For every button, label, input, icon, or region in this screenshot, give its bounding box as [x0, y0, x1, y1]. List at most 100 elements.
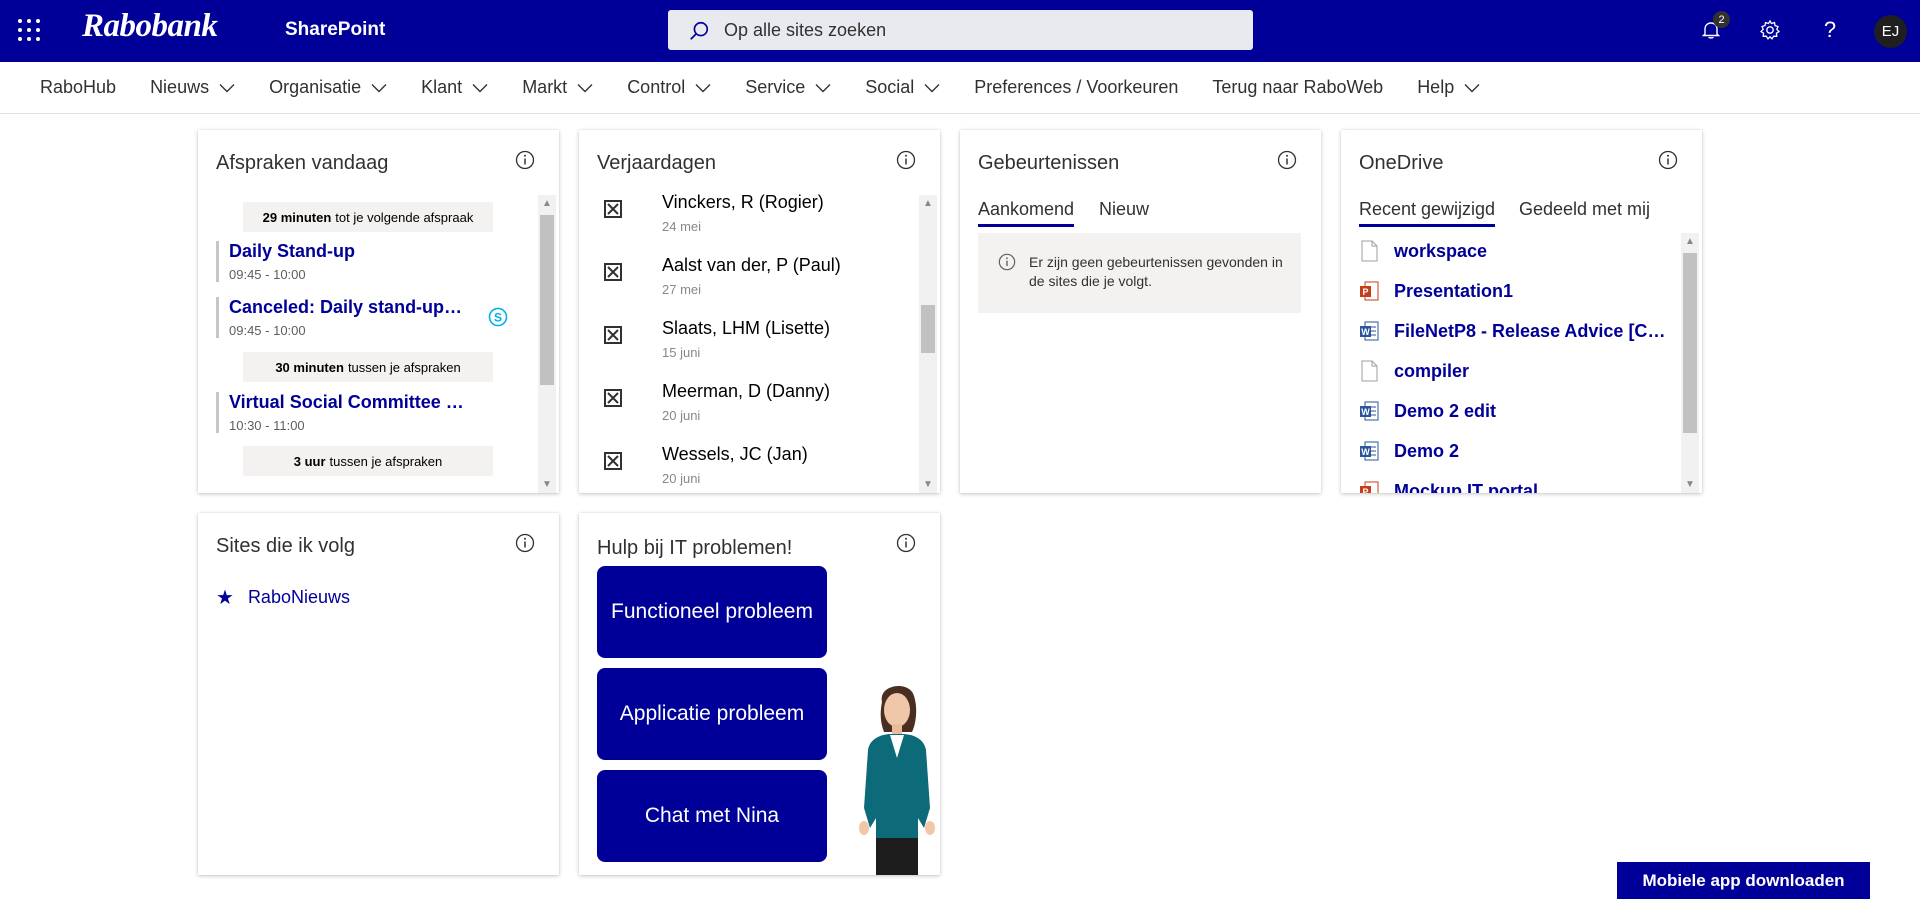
powerpoint-icon: P — [1360, 281, 1379, 301]
appointment-title[interactable]: Canceled: Daily stand-up File... — [229, 297, 466, 318]
person-name[interactable]: Vinckers, R (Rogier) — [662, 192, 824, 213]
file-item[interactable]: workspace — [1359, 233, 1487, 269]
appointment-item[interactable]: Daily Stand-up 09:45 - 10:00 — [216, 241, 466, 282]
card-it-help: Hulp bij IT problemen! Functioneel probl… — [579, 513, 940, 875]
brand-logo[interactable]: Rabobank — [82, 8, 218, 45]
empty-message: Er zijn geen gebeurtenissen gevonden in … — [1029, 254, 1283, 289]
info-icon[interactable] — [1658, 150, 1678, 170]
birthday-item[interactable]: Vinckers, R (Rogier) 24 mei — [604, 192, 904, 242]
nav-item-control[interactable]: Control — [627, 77, 711, 98]
nav-item-label: Nieuws — [150, 77, 210, 97]
app-name[interactable]: SharePoint — [285, 19, 385, 41]
nav-item-markt[interactable]: Markt — [522, 77, 593, 98]
scroll-up-icon[interactable]: ▲ — [922, 197, 934, 209]
hub-navigation: RaboHub Nieuws Organisatie Klant Markt Contro… — [0, 62, 1920, 114]
file-name[interactable]: Demo 2 edit — [1394, 401, 1496, 422]
tab-nieuw[interactable]: Nieuw — [1099, 199, 1149, 224]
appointment-title[interactable]: Virtual Social Committee Catch up — [229, 392, 466, 413]
file-name[interactable]: Mockup IT portal — [1394, 481, 1538, 494]
nav-item-service[interactable]: Service — [745, 77, 831, 98]
person-name[interactable]: Wessels, JC (Jan) — [662, 444, 808, 465]
scroll-thumb[interactable] — [1683, 253, 1697, 433]
info-icon[interactable] — [896, 150, 916, 170]
star-icon: ★ — [216, 587, 234, 609]
file-item[interactable]: P Mockup IT portal — [1359, 473, 1538, 493]
suite-bar: Rabobank SharePoint 2 ? EJ — [0, 0, 1920, 62]
scrollbar[interactable]: ▲ ▼ — [1681, 233, 1699, 493]
nav-item-klant[interactable]: Klant — [421, 77, 488, 98]
scroll-down-icon[interactable]: ▼ — [922, 478, 934, 490]
file-item[interactable]: P Presentation1 — [1359, 273, 1513, 309]
svg-text:P: P — [1362, 287, 1368, 297]
functioneel-probleem-button[interactable]: Functioneel probleem — [597, 566, 827, 658]
scroll-down-icon[interactable]: ▼ — [541, 478, 553, 490]
applicatie-probleem-button[interactable]: Applicatie probleem — [597, 668, 827, 760]
appointment-item[interactable]: Canceled: Daily stand-up File... 09:45 -… — [216, 297, 466, 338]
tab-recent-gewijzigd[interactable]: Recent gewijzigd — [1359, 199, 1496, 227]
card-title: Gebeurtenissen — [978, 152, 1120, 174]
card-title: Hulp bij IT problemen! — [597, 537, 793, 559]
nav-item-social[interactable]: Social — [865, 77, 940, 98]
appointment-time: 09:45 - 10:00 — [229, 323, 306, 338]
scroll-down-icon[interactable]: ▼ — [1684, 478, 1696, 490]
scroll-thumb[interactable] — [540, 215, 554, 385]
info-icon — [998, 253, 1016, 271]
assistant-avatar-illustration — [859, 685, 935, 875]
birthday-item[interactable]: Meerman, D (Danny) 20 juni — [604, 381, 904, 431]
site-label[interactable]: RaboNieuws — [248, 587, 350, 608]
file-item[interactable]: compiler — [1359, 353, 1469, 389]
birthday-item[interactable]: Wessels, JC (Jan) 20 juni — [604, 444, 904, 493]
info-icon[interactable] — [515, 150, 535, 170]
birthday-item[interactable]: Aalst van der, P (Paul) 27 mei — [604, 255, 904, 305]
appointment-item[interactable]: Virtual Social Committee Catch up 10:30 … — [216, 392, 466, 433]
appointment-time: 09:45 - 10:00 — [229, 267, 306, 282]
help-button[interactable]: ? — [1815, 15, 1845, 45]
mobile-app-download-button[interactable]: Mobiele app downloaden — [1617, 862, 1870, 899]
file-name[interactable]: FileNetP8 - Release Advice [CBT... — [1394, 321, 1669, 342]
chat-met-nina-button[interactable]: Chat met Nina — [597, 770, 827, 862]
app-launcher-icon[interactable] — [18, 19, 40, 41]
gap-indicator: 3 uur tussen je afspraken — [243, 446, 493, 476]
avatar[interactable]: EJ — [1874, 15, 1907, 48]
file-item[interactable]: W Demo 2 edit — [1359, 393, 1496, 429]
nav-item-label: Organisatie — [269, 77, 362, 97]
nav-item-label: Social — [865, 77, 915, 97]
nav-item-organisatie[interactable]: Organisatie — [269, 77, 387, 98]
settings-button[interactable] — [1755, 15, 1785, 45]
nav-item-terug-naar-raboweb[interactable]: Terug naar RaboWeb — [1212, 77, 1383, 98]
birthday-date: 20 juni — [662, 408, 701, 423]
birthday-item[interactable]: Slaats, LHM (Lisette) 15 juni — [604, 318, 904, 368]
appointment-title[interactable]: Daily Stand-up — [229, 241, 466, 262]
search-box[interactable] — [668, 10, 1253, 50]
scroll-up-icon[interactable]: ▲ — [541, 197, 553, 209]
file-name[interactable]: Demo 2 — [1394, 441, 1459, 462]
person-name[interactable]: Slaats, LHM (Lisette) — [662, 318, 830, 339]
person-name[interactable]: Aalst van der, P (Paul) — [662, 255, 841, 276]
followed-site-link[interactable]: ★ RaboNieuws — [216, 585, 350, 610]
scroll-thumb[interactable] — [921, 305, 935, 353]
nav-item-rabohub[interactable]: RaboHub — [40, 77, 116, 98]
file-name[interactable]: compiler — [1394, 361, 1469, 382]
person-name[interactable]: Meerman, D (Danny) — [662, 381, 830, 402]
skype-icon[interactable]: S — [488, 307, 508, 327]
file-name[interactable]: Presentation1 — [1394, 281, 1513, 302]
tab-gedeeld-met-mij[interactable]: Gedeeld met mij — [1519, 199, 1650, 224]
nav-item-preferences-voorkeuren[interactable]: Preferences / Voorkeuren — [974, 77, 1178, 98]
card-verjaardagen: Verjaardagen Vinckers, R (Rogier) 24 mei A… — [579, 130, 940, 493]
scrollbar[interactable]: ▲ ▼ — [919, 195, 937, 493]
nav-item-help[interactable]: Help — [1417, 77, 1480, 98]
nav-item-nieuws[interactable]: Nieuws — [150, 77, 235, 98]
chevron-down-icon — [815, 83, 831, 92]
scroll-up-icon[interactable]: ▲ — [1684, 235, 1696, 247]
file-name[interactable]: workspace — [1394, 241, 1487, 262]
broken-image-icon — [604, 452, 622, 470]
file-item[interactable]: W FileNetP8 - Release Advice [CBT... — [1359, 313, 1669, 349]
info-icon[interactable] — [1277, 150, 1297, 170]
scrollbar[interactable]: ▲ ▼ — [538, 195, 556, 493]
info-icon[interactable] — [515, 533, 535, 553]
tab-aankomend[interactable]: Aankomend — [978, 199, 1075, 227]
nav-item-label: Service — [745, 77, 806, 97]
search-input[interactable] — [724, 18, 1224, 42]
file-item[interactable]: W Demo 2 — [1359, 433, 1459, 469]
info-icon[interactable] — [896, 533, 916, 553]
